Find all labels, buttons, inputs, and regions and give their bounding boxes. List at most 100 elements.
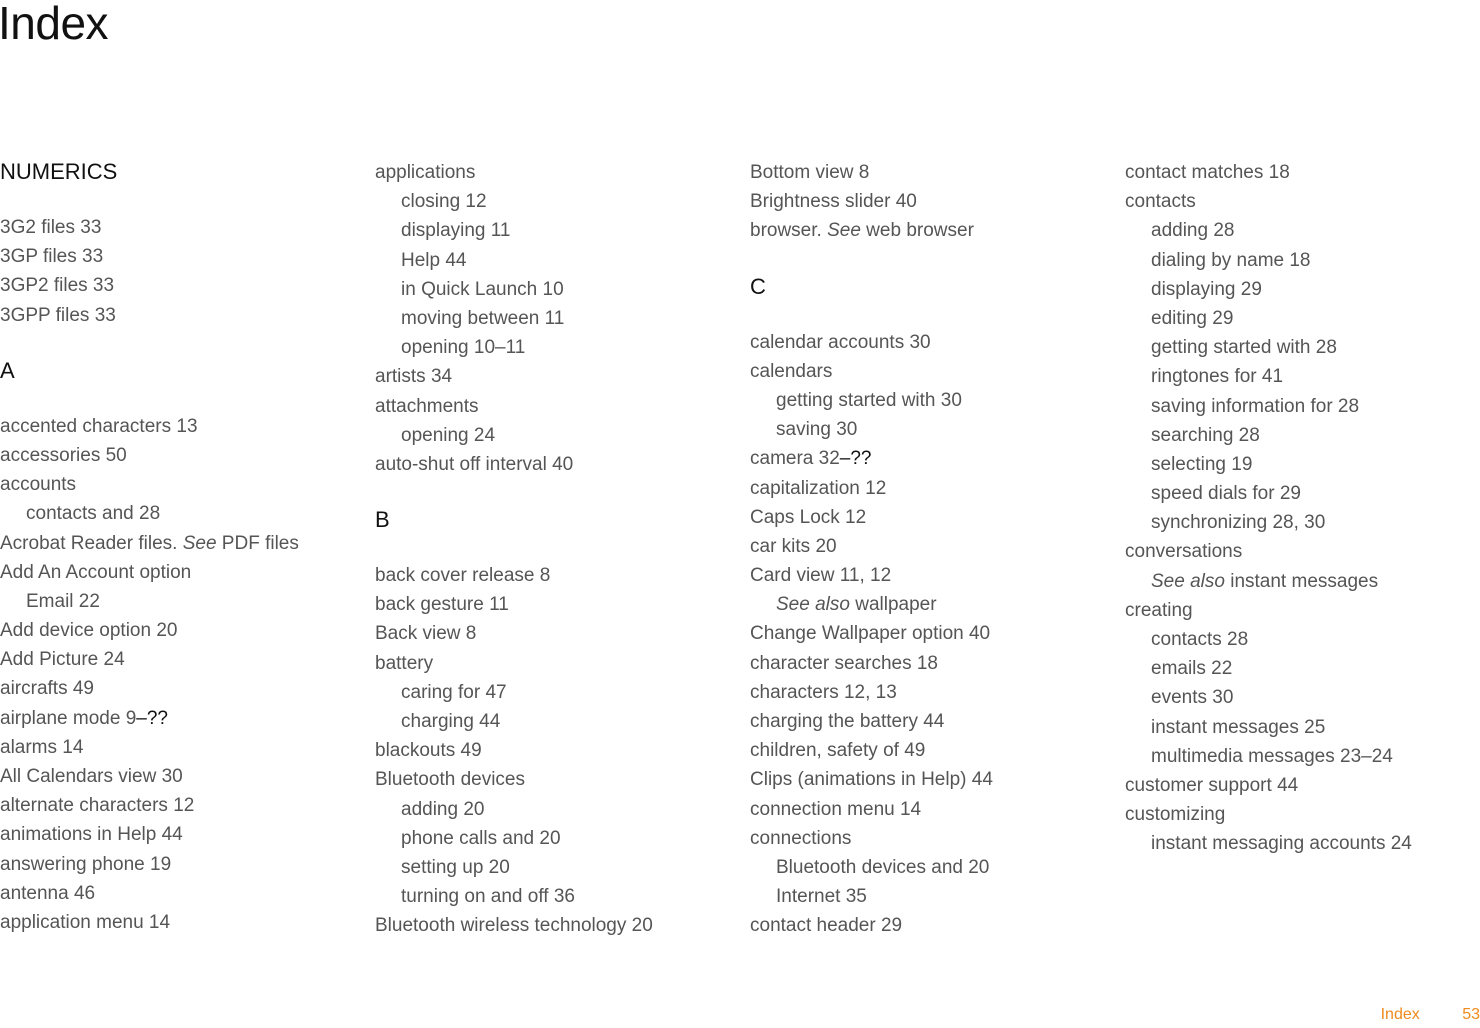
entry-text: accessories 50	[0, 444, 127, 466]
entry-text: children, safety of 49	[750, 740, 926, 762]
index-entry: airplane mode 9–??	[0, 704, 360, 733]
entry-text: auto-shut off interval 40	[375, 453, 574, 475]
unresolved-page-ref: –??	[839, 448, 872, 470]
section-heading: NUMERICS	[0, 159, 118, 184]
index-entry: 3GPP files 33	[0, 301, 360, 330]
index-entry: calendars	[750, 357, 1110, 386]
index-entry: capitalization 12	[750, 474, 1110, 503]
index-subentry: Help 44	[375, 246, 735, 275]
entry-text: getting started with 28	[1151, 337, 1337, 359]
entry-text: Bluetooth devices	[375, 769, 525, 791]
section-heading: A	[0, 357, 15, 383]
index-subentry: caring for 47	[375, 678, 735, 707]
see-reference-target: wallpaper	[849, 594, 937, 616]
index-subentry: contacts and 28	[0, 499, 360, 528]
index-column: NUMERICS 3G2 files 33 3GP files 33 3GP2 fil…	[0, 155, 360, 937]
index-entry: All Calendars view 30	[0, 762, 360, 791]
entry-text: Clips (animations in Help) 44	[750, 769, 993, 791]
entry-text: Acrobat Reader files.	[0, 532, 183, 554]
index-subentry: phone calls and 20	[375, 824, 735, 853]
index-subentry: multimedia messages 23–24	[1125, 742, 1480, 771]
index-entry: Bluetooth devices	[375, 765, 735, 794]
entry-text: displaying 29	[1151, 278, 1262, 300]
index-subentry: turning on and off 36	[375, 882, 735, 911]
index-entry: Bottom view 8	[750, 158, 1110, 187]
index-entry: Acrobat Reader files. See PDF files	[0, 529, 360, 558]
index-entry: application menu 14	[0, 908, 360, 937]
entry-text: customer support 44	[1125, 774, 1299, 796]
entry-text: battery	[375, 652, 434, 674]
entry-text: calendars	[750, 360, 833, 382]
entry-text: back gesture 11	[375, 594, 509, 616]
index-subentry: displaying 29	[1125, 275, 1480, 304]
index-column: contact matches 18 contacts adding 28 diali…	[1125, 155, 1480, 859]
index-subentry: opening 24	[375, 421, 735, 450]
entry-text: attachments	[375, 395, 479, 417]
entry-text: Card view 11, 12	[750, 565, 892, 587]
index-entry: children, safety of 49	[750, 736, 1110, 765]
index-subentry: emails 22	[1125, 654, 1480, 683]
index-entry: contact matches 18	[1125, 158, 1480, 187]
index-entry: animations in Help 44	[0, 820, 360, 849]
entry-text: editing 29	[1151, 307, 1234, 329]
see-reference-target: instant messages	[1224, 570, 1379, 592]
entry-text: aircrafts 49	[0, 678, 94, 700]
entry-text: Change Wallpaper option 40	[750, 623, 991, 645]
entry-text: moving between 11	[401, 307, 565, 329]
index-subentry: Internet 35	[750, 882, 1110, 911]
index-subentry: getting started with 28	[1125, 333, 1480, 362]
entry-text: saving information for 28	[1151, 395, 1360, 417]
entry-text: All Calendars view 30	[0, 766, 183, 787]
index-entry: antenna 46	[0, 879, 360, 908]
entry-text: Bottom view 8	[750, 162, 870, 183]
entry-text: adding 20	[401, 798, 485, 820]
entry-text: events 30	[1151, 687, 1234, 709]
entry-text: blackouts 49	[375, 740, 482, 762]
index-column: Bottom view 8 Brightness slider 40 browser…	[750, 155, 1110, 941]
index-subentry: selecting 19	[1125, 450, 1480, 479]
entry-text: calendar accounts 30	[750, 331, 931, 353]
index-entry: applications	[375, 158, 735, 187]
index-entry: Change Wallpaper option 40	[750, 619, 1110, 648]
index-entry: contact header 29	[750, 911, 1110, 940]
entry-text: charging the battery 44	[750, 711, 945, 732]
index-entry: Card view 11, 12	[750, 561, 1110, 590]
page-footer: Index 53	[1381, 1006, 1480, 1024]
index-subentry: charging 44	[375, 707, 735, 736]
index-subentry: instant messages 25	[1125, 713, 1480, 742]
see-reference-label: See	[182, 532, 217, 554]
entry-text: character searches 18	[750, 652, 938, 674]
entry-text: Internet 35	[776, 886, 867, 908]
entry-text: instant messages 25	[1151, 716, 1326, 738]
entry-text: animations in Help 44	[0, 824, 183, 846]
index-entry: Add Picture 24	[0, 645, 360, 674]
entry-text: Email 22	[26, 590, 100, 612]
entry-text: Bluetooth wireless technology 20	[375, 915, 653, 937]
entry-text: charging 44	[401, 711, 501, 732]
index-entry: charging the battery 44	[750, 707, 1110, 736]
entry-text: alarms 14	[0, 736, 84, 758]
footer-page-number: 53	[1462, 1006, 1480, 1023]
index-entry: accounts	[0, 470, 360, 499]
index-section: contact matches 18 contacts adding 28 diali…	[1125, 158, 1480, 859]
section-heading: C	[750, 273, 766, 299]
index-subentry: synchronizing 28, 30	[1125, 508, 1480, 537]
entry-text: closing 12	[401, 191, 487, 213]
entry-text: back cover release 8	[375, 565, 551, 587]
index-subentry: Email 22	[0, 587, 360, 616]
index-subentry: setting up 20	[375, 853, 735, 882]
see-reference-label: See	[827, 220, 861, 242]
entry-text: turning on and off 36	[401, 886, 575, 908]
index-entry: auto-shut off interval 40	[375, 450, 735, 479]
page-title: Index	[0, 0, 109, 49]
index-subentry: ringtones for 41	[1125, 362, 1480, 391]
entry-text: saving 30	[776, 419, 858, 441]
index-subentry: See also wallpaper	[750, 590, 1110, 619]
index-entry: answering phone 19	[0, 850, 360, 879]
entry-text: Add Picture 24	[0, 649, 125, 671]
entry-text: displaying 11	[401, 220, 511, 242]
entry-text: contacts 28	[1151, 629, 1249, 650]
index-entry: accented characters 13	[0, 412, 360, 441]
index-subentry: moving between 11	[375, 304, 735, 333]
entry-text: caring for 47	[401, 681, 507, 703]
